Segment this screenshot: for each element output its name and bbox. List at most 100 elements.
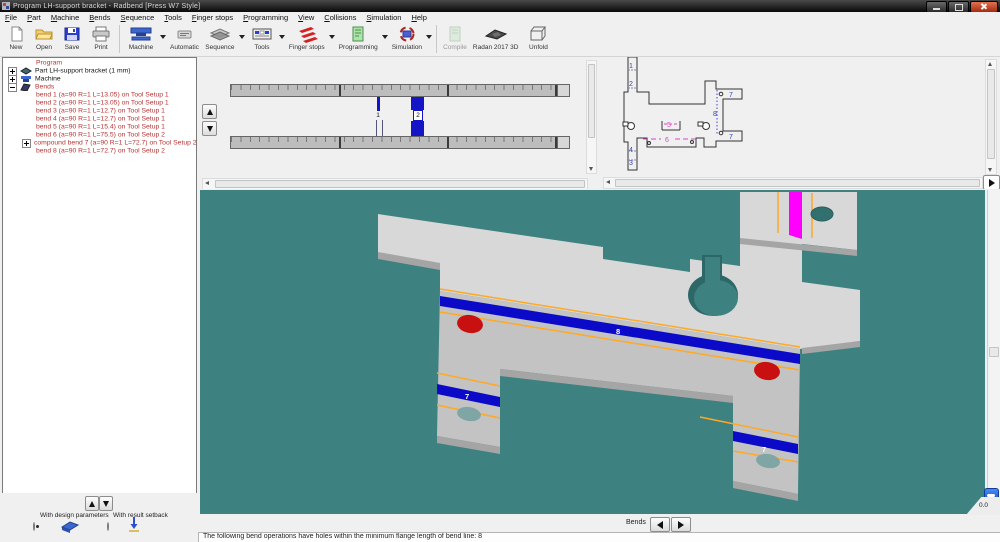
result-setback-radio[interactable] — [107, 522, 109, 531]
menu-simulation[interactable]: Simulation — [361, 13, 406, 22]
flat-pattern-minimap[interactable]: 1 2 4 3 7 7 8 5 6 — [602, 57, 985, 178]
louver-symbol — [662, 121, 680, 130]
menu-finger-stops[interactable]: Finger stops — [187, 13, 238, 22]
simulation-dropdown-icon[interactable] — [425, 23, 433, 49]
tree-item-program[interactable]: Program — [3, 59, 196, 67]
status-message: The following bend operations have holes… — [203, 533, 482, 540]
tree-item-bend-8[interactable]: bend 8 (a=90 R=1 L=72.7) on Tool Setup 2 — [3, 147, 196, 155]
tree-item-bend-5[interactable]: bend 5 (a=90 R=1 L=15.4) on Tool Setup 1 — [3, 123, 196, 131]
flange-hole-top-right — [811, 207, 833, 221]
bend-7-left-band-label: 7 — [465, 392, 469, 401]
next-bend-button[interactable] — [671, 517, 691, 532]
radan-3d-button[interactable]: Radan 2017 3D — [470, 23, 522, 51]
menu-machine[interactable]: Machine — [46, 13, 84, 22]
compile-icon — [444, 25, 466, 43]
tree-item-part[interactable]: Part LH-support bracket (1 mm) — [3, 67, 196, 75]
menu-bends[interactable]: Bends — [84, 13, 115, 22]
previous-bend-button[interactable] — [650, 517, 670, 532]
coordinate-readout: 0.0 — [979, 502, 988, 509]
sequence-button[interactable]: Sequence — [202, 23, 238, 51]
machine-button[interactable]: Machine — [123, 23, 159, 51]
save-button[interactable]: Save — [58, 23, 86, 51]
bend-1-label[interactable]: 1 — [629, 63, 633, 70]
tree-item-bend-3[interactable]: bend 3 (a=90 R=1 L=12.7) on Tool Setup 1 — [3, 107, 196, 115]
simulation-button[interactable]: Simulation — [389, 23, 425, 51]
expand-icon[interactable] — [22, 139, 31, 148]
bend-8-label[interactable]: 8 — [713, 111, 717, 118]
menu-sequence[interactable]: Sequence — [116, 13, 160, 22]
window-title: Program LH-support bracket - Radbend [Pr… — [13, 3, 200, 10]
keyhole-slot — [705, 257, 720, 287]
tool-move-up-button[interactable] — [202, 104, 217, 119]
tool-station-1-punch[interactable] — [377, 97, 380, 111]
tree-item-bend-1[interactable]: bend 1 (a=90 R=1 L=13.05) on Tool Setup … — [3, 91, 196, 99]
bend-3-label[interactable]: 3 — [629, 160, 633, 167]
finger-stops-button[interactable]: Finger stops — [286, 23, 328, 51]
title-bar: Program LH-support bracket - Radbend [Pr… — [0, 0, 1000, 12]
machine-dropdown-icon[interactable] — [159, 23, 167, 49]
automatic-button[interactable]: Automatic — [167, 23, 202, 51]
flat-pattern-panel: 1 2 4 3 7 7 8 5 6 — [601, 57, 1000, 189]
menu-help[interactable]: Help — [406, 13, 431, 22]
menu-view[interactable]: View — [293, 13, 319, 22]
tool-station-2-punch[interactable] — [411, 97, 424, 110]
tree-item-compound-bend-7[interactable]: compound bend 7 (a=90 R=1 L=72.7) on Too… — [3, 139, 196, 147]
unfold-icon — [524, 25, 552, 43]
up-arrow-icon — [89, 501, 95, 507]
collapse-icon[interactable] — [8, 83, 17, 92]
tree-item-bend-2[interactable]: bend 2 (a=90 R=1 L=13.05) on Tool Setup … — [3, 99, 196, 107]
bend-4-label[interactable]: 4 — [629, 147, 633, 154]
menu-tools[interactable]: Tools — [159, 13, 187, 22]
right-arrow-icon — [678, 521, 684, 529]
sequence-up-button[interactable] — [85, 496, 99, 511]
open-button[interactable]: Open — [30, 23, 58, 51]
bend-2-label[interactable]: 2 — [629, 81, 633, 88]
tree-item-bend-4[interactable]: bend 4 (a=90 R=1 L=12.7) on Tool Setup 1 — [3, 115, 196, 123]
tree-item-bend-6[interactable]: bend 6 (a=90 R=1 L=75.5) on Tool Setup 2 — [3, 131, 196, 139]
programming-icon — [341, 25, 375, 43]
flat-pattern-outline — [624, 57, 742, 170]
tools-icon — [249, 25, 275, 43]
print-button[interactable]: Print — [86, 23, 116, 51]
machine-icon — [20, 75, 32, 83]
bend-7-bottom-label[interactable]: 7 — [729, 134, 733, 141]
tool-station-1-die[interactable] — [376, 120, 383, 136]
bend-7-top-label[interactable]: 7 — [729, 92, 733, 99]
design-parameters-radio[interactable] — [33, 522, 35, 531]
finger-stops-dropdown-icon[interactable] — [328, 23, 336, 49]
unfold-button[interactable]: Unfold — [521, 23, 555, 51]
tools-button[interactable]: Tools — [246, 23, 278, 51]
bend-5-label[interactable]: 5 — [667, 122, 671, 129]
menu-collisions[interactable]: Collisions — [319, 13, 361, 22]
sequence-dropdown-icon[interactable] — [238, 23, 246, 49]
slider-thumb[interactable] — [989, 347, 999, 357]
result-setback-icon — [127, 516, 143, 535]
bottom-tool-ruler[interactable] — [230, 136, 570, 149]
bend-6-label[interactable]: 6 — [665, 137, 669, 144]
machine-icon — [126, 25, 156, 43]
viewport-3d[interactable]: 8 7 7 — [200, 190, 985, 514]
menu-programming[interactable]: Programming — [238, 13, 293, 22]
tree-item-bends[interactable]: Bends — [3, 83, 196, 91]
tool-move-down-button[interactable] — [202, 121, 217, 136]
menu-file[interactable]: File — [0, 13, 22, 22]
play-simulation-button[interactable] — [983, 175, 1000, 190]
new-button[interactable]: New — [2, 23, 30, 51]
up-arrow-icon — [207, 109, 213, 115]
programming-dropdown-icon[interactable] — [381, 23, 389, 49]
tool-station-2-die[interactable] — [411, 121, 424, 136]
top-tool-ruler[interactable] — [230, 84, 570, 97]
tree-item-machine[interactable]: Machine — [3, 75, 196, 83]
left-arrow-icon — [657, 521, 663, 529]
programming-button[interactable]: Programming — [336, 23, 381, 51]
menu-part[interactable]: Part — [22, 13, 46, 22]
save-floppy-icon — [61, 25, 83, 43]
sequence-down-button[interactable] — [99, 496, 113, 511]
viewport-zoom-slider[interactable] — [987, 190, 1000, 514]
tool-panel-vertical-scrollbar[interactable] — [586, 60, 597, 174]
pattern-horizontal-scrollbar[interactable] — [603, 177, 983, 189]
pattern-vertical-scrollbar[interactable] — [985, 59, 997, 175]
tools-dropdown-icon[interactable] — [278, 23, 286, 49]
current-bend-highlight — [789, 192, 802, 239]
bend-8-band-label: 8 — [616, 327, 620, 336]
